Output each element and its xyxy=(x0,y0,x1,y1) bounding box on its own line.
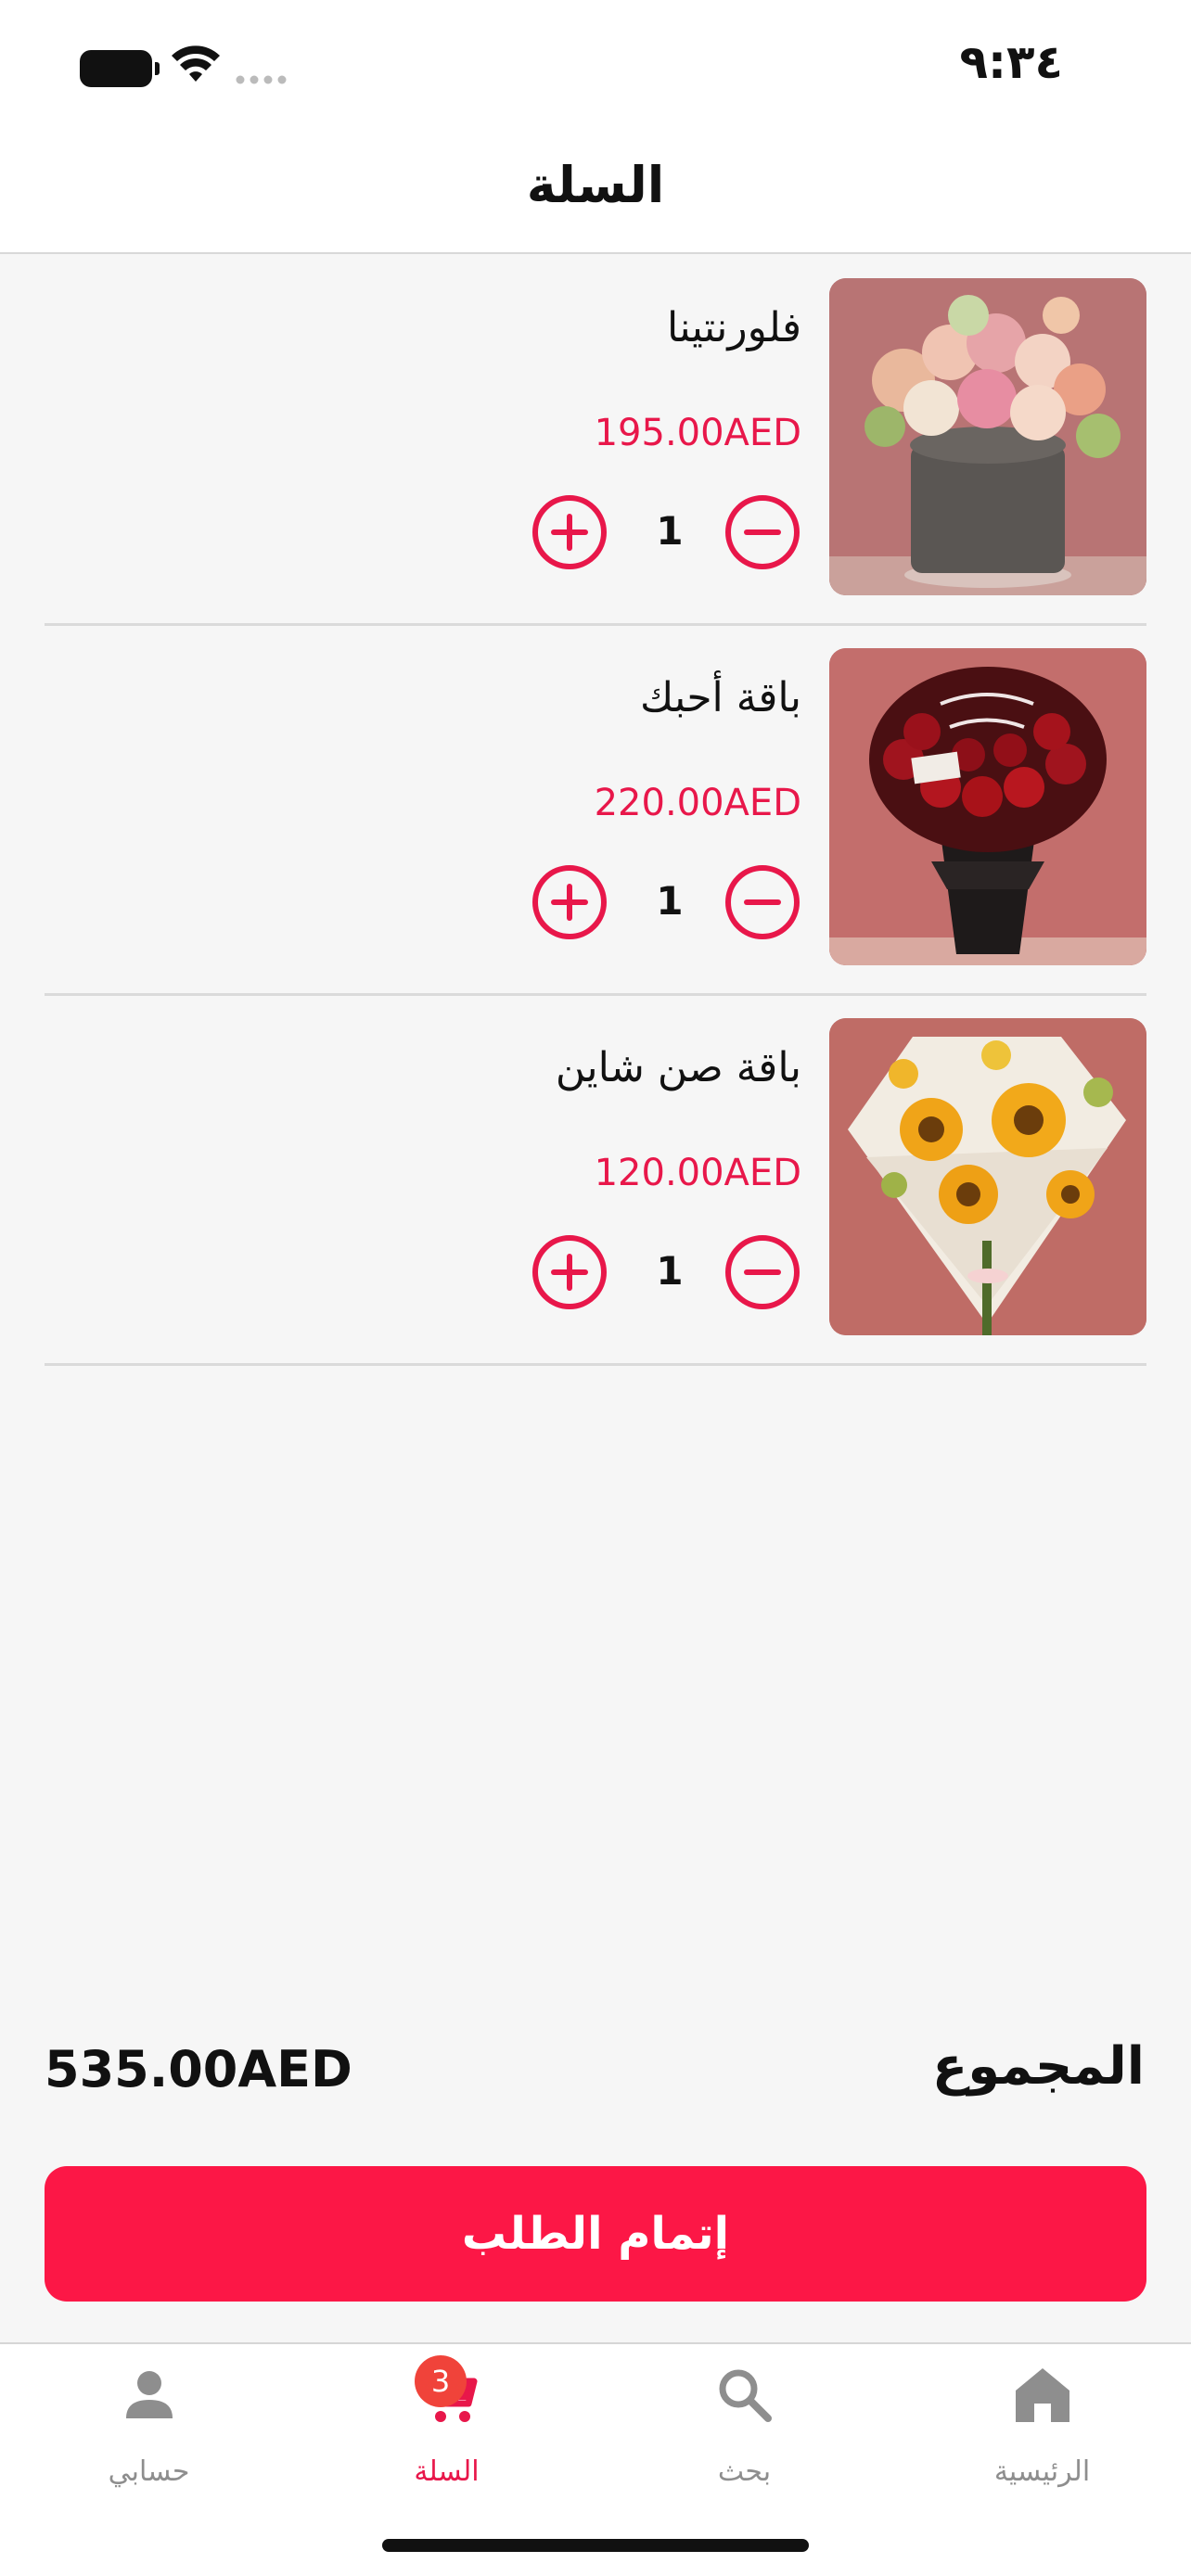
status-bar: ٩:٣٤ xyxy=(0,0,1191,130)
flower-box-image xyxy=(829,278,1146,595)
product-image[interactable] xyxy=(829,1018,1146,1335)
increase-quantity-button[interactable] xyxy=(532,495,607,569)
checkout-button[interactable]: إتمام الطلب xyxy=(45,2166,1146,2302)
tab-label: بحث xyxy=(717,2455,772,2488)
product-price: 220.00AED xyxy=(594,782,801,824)
status-time: ٩:٣٤ xyxy=(959,35,1063,89)
quantity-value: 1 xyxy=(656,878,684,924)
tab-label: السلة xyxy=(414,2455,480,2488)
person-icon xyxy=(125,2371,173,2418)
product-image[interactable] xyxy=(829,648,1146,965)
cart-badge: 3 xyxy=(415,2355,467,2407)
tab-cart[interactable]: 3 السلة xyxy=(298,2344,596,2511)
increase-quantity-button[interactable] xyxy=(532,1235,607,1309)
battery-icon xyxy=(80,50,160,87)
tab-label: الرئيسية xyxy=(993,2455,1091,2488)
total-value: 535.00AED xyxy=(45,2040,352,2098)
home-icon xyxy=(1015,2368,1069,2422)
decrease-quantity-button[interactable] xyxy=(725,1235,800,1309)
page-title: السلة xyxy=(526,156,665,214)
header: السلة xyxy=(0,130,1191,254)
decrease-quantity-button[interactable] xyxy=(725,495,800,569)
tab-home[interactable]: الرئيسية xyxy=(893,2344,1191,2511)
wifi-icon xyxy=(172,45,220,82)
tab-account[interactable]: حسابي xyxy=(0,2344,298,2511)
tab-label: حسابي xyxy=(108,2455,190,2488)
product-name: باقة صن شاين xyxy=(555,1044,801,1091)
cart-list: فلورنتينا 195.00AED 1 باقة أحبك 220.00AE… xyxy=(45,256,1146,1366)
cart-item[interactable]: باقة صن شاين 120.00AED 1 xyxy=(45,996,1146,1366)
product-price: 195.00AED xyxy=(594,412,801,454)
home-indicator xyxy=(382,2539,809,2552)
sunflower-image xyxy=(829,1018,1146,1335)
product-price: 120.00AED xyxy=(594,1152,801,1194)
total-label: المجموع xyxy=(931,2036,1145,2097)
search-icon xyxy=(719,2369,772,2422)
cart-item[interactable]: فلورنتينا 195.00AED 1 xyxy=(45,256,1146,626)
product-image[interactable] xyxy=(829,278,1146,595)
red-roses-image xyxy=(829,648,1146,965)
decrease-quantity-button[interactable] xyxy=(725,865,800,939)
tab-search[interactable]: بحث xyxy=(596,2344,893,2511)
quantity-value: 1 xyxy=(656,508,684,554)
increase-quantity-button[interactable] xyxy=(532,865,607,939)
cart-item[interactable]: باقة أحبك 220.00AED 1 xyxy=(45,626,1146,996)
product-name: فلورنتينا xyxy=(666,304,801,351)
quantity-value: 1 xyxy=(656,1248,684,1294)
product-name: باقة أحبك xyxy=(639,674,801,721)
signal-icon xyxy=(236,75,287,84)
